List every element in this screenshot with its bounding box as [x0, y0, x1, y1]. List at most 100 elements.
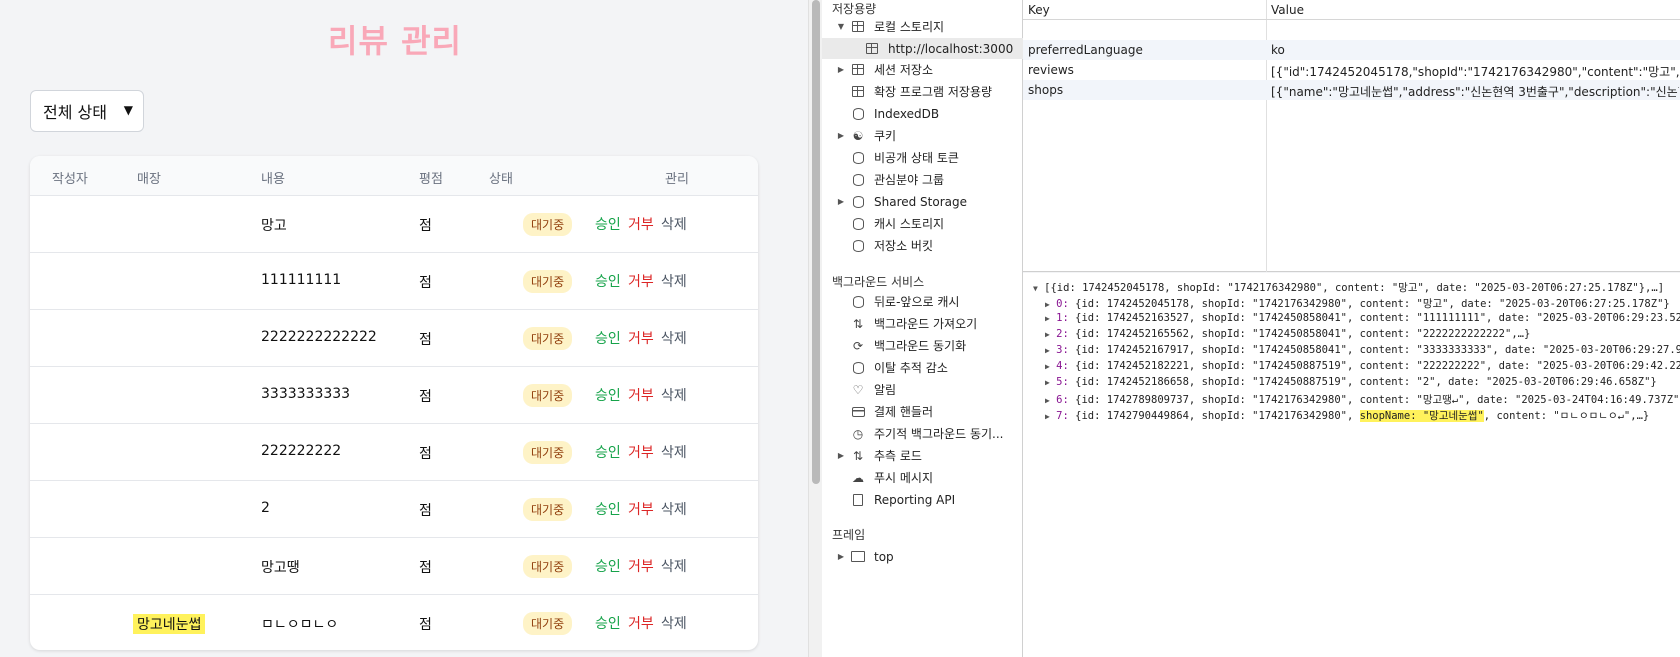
reject-button[interactable]: 거부 — [628, 214, 654, 234]
status-filter-value: 전체 상태 — [43, 103, 107, 122]
expand-arrow-icon[interactable]: ▶ — [1045, 330, 1050, 339]
approve-button[interactable]: 승인 — [595, 613, 621, 633]
storage-key: reviews — [1028, 63, 1074, 77]
approve-button[interactable]: 승인 — [595, 271, 621, 291]
sidebar-item-label: 세션 저장소 — [874, 63, 934, 77]
delete-button[interactable]: 삭제 — [661, 499, 687, 519]
delete-button[interactable]: 삭제 — [661, 271, 687, 291]
sidebar-item-cookies[interactable]: ▶ ☯ 쿠키 — [822, 125, 1023, 146]
reject-button[interactable]: 거부 — [628, 556, 654, 576]
expand-arrow-icon[interactable]: ▶ — [1045, 300, 1050, 309]
sidebar-item-cache-storage[interactable]: 캐시 스토리지 — [822, 213, 1023, 234]
approve-button[interactable]: 승인 — [595, 328, 621, 348]
reject-button[interactable]: 거부 — [628, 328, 654, 348]
sidebar-item-reporting-api[interactable]: Reporting API — [822, 489, 1023, 510]
expand-arrow-icon[interactable]: ▶ — [1045, 412, 1050, 421]
expand-arrow-icon[interactable]: ▶ — [1045, 314, 1050, 323]
delete-button[interactable]: 삭제 — [661, 385, 687, 405]
sidebar-item-payment-handler[interactable]: 결제 핸들러 — [822, 401, 1023, 422]
approve-button[interactable]: 승인 — [595, 442, 621, 462]
up-down-arrows-icon: ⇅ — [852, 448, 864, 463]
status-badge: 대기중 — [523, 612, 573, 635]
preview-item[interactable]: ▶ 1: {id: 1742452163527, shopId: "174245… — [1045, 312, 1680, 324]
sidebar-item-bounce-tracking[interactable]: 이탈 추적 감소 — [822, 357, 1023, 378]
sidebar-item-notifications[interactable]: ♡ 알림 — [822, 379, 1023, 400]
approve-button[interactable]: 승인 — [595, 385, 621, 405]
sidebar-item-interest-groups[interactable]: 관심분야 그룹 — [822, 169, 1023, 190]
database-icon — [851, 173, 865, 187]
sidebar-item-indexeddb[interactable]: IndexedDB — [822, 103, 1023, 124]
expand-arrow-icon[interactable]: ▶ — [836, 451, 846, 460]
row-rating: 점 — [419, 389, 432, 405]
collapse-arrow-icon[interactable]: ▼ — [1033, 284, 1038, 293]
sidebar-item-background-sync[interactable]: ⟳ 백그라운드 동기화 — [822, 335, 1023, 356]
scrollbar-thumb[interactable] — [812, 0, 820, 484]
sidebar-item-periodic-sync[interactable]: ◷ 주기적 백그라운드 동기... — [822, 423, 1023, 444]
row-content: 망고땡 — [261, 560, 300, 576]
sidebar-item-shared-storage[interactable]: ▶ Shared Storage — [822, 191, 1023, 212]
storage-row[interactable] — [1023, 20, 1680, 40]
status-badge: 대기중 — [523, 327, 573, 350]
sidebar-item-private-state-tokens[interactable]: 비공개 상태 토큰 — [822, 147, 1023, 168]
reject-button[interactable]: 거부 — [628, 385, 654, 405]
sidebar-item-session-storage[interactable]: ▶ 세션 저장소 — [822, 59, 1023, 80]
reject-button[interactable]: 거부 — [628, 271, 654, 291]
page-scrollbar[interactable] — [808, 0, 822, 657]
row-rating: 점 — [419, 560, 432, 576]
database-icon — [851, 195, 865, 209]
storage-row[interactable]: preferredLanguage ko — [1023, 40, 1680, 60]
section-frames: 프레임 — [832, 528, 866, 542]
expand-arrow-icon[interactable]: ▶ — [836, 65, 846, 74]
column-header-value[interactable]: Value — [1271, 3, 1304, 17]
preview-item[interactable]: ▶ 5: {id: 1742452186658, shopId: "174245… — [1045, 376, 1680, 388]
approve-button[interactable]: 승인 — [595, 499, 621, 519]
expand-arrow-icon[interactable]: ▶ — [836, 131, 846, 140]
preview-root[interactable]: ▼ [{id: 1742452045178, shopId: "17421763… — [1033, 280, 1680, 295]
bell-icon: ♡ — [852, 382, 864, 397]
column-header-key[interactable]: Key — [1028, 3, 1050, 17]
status-filter-select[interactable]: 전체 상태 ▼ — [30, 90, 144, 132]
delete-button[interactable]: 삭제 — [661, 214, 687, 234]
sidebar-item-bfcache[interactable]: 뒤로-앞으로 캐시 — [822, 291, 1023, 312]
expand-arrow-icon[interactable]: ▶ — [836, 197, 846, 206]
sidebar-item-local-origin[interactable]: http://localhost:3000 — [822, 38, 1023, 59]
preview-item[interactable]: ▶ 6: {id: 1742789809737, shopId: "174217… — [1045, 392, 1680, 407]
document-icon — [851, 493, 865, 507]
sidebar-item-frame-top[interactable]: ▶ top — [822, 546, 1023, 567]
reject-button[interactable]: 거부 — [628, 499, 654, 519]
preview-item[interactable]: ▶ 3: {id: 1742452167917, shopId: "174245… — [1045, 344, 1680, 356]
sidebar-item-push-messaging[interactable]: ☁ 푸시 메시지 — [822, 467, 1023, 488]
expand-arrow-icon[interactable]: ▼ — [836, 22, 846, 31]
status-badge: 대기중 — [523, 384, 573, 407]
approve-button[interactable]: 승인 — [595, 556, 621, 576]
header-rating: 평점 — [419, 172, 443, 187]
delete-button[interactable]: 삭제 — [661, 556, 687, 576]
reject-button[interactable]: 거부 — [628, 613, 654, 633]
value-preview-pane: ▼ [{id: 1742452045178, shopId: "17421763… — [1023, 273, 1680, 657]
expand-arrow-icon[interactable]: ▶ — [1045, 362, 1050, 371]
sidebar-item-local-storage[interactable]: ▼ 로컬 스토리지 — [822, 16, 1023, 37]
preview-item[interactable]: ▶ 4: {id: 1742452182221, shopId: "174245… — [1045, 360, 1680, 372]
delete-button[interactable]: 삭제 — [661, 328, 687, 348]
expand-arrow-icon[interactable]: ▶ — [1045, 378, 1050, 387]
delete-button[interactable]: 삭제 — [661, 613, 687, 633]
table-icon — [851, 85, 865, 99]
sidebar-item-extension-storage[interactable]: 확장 프로그램 저장용량 — [822, 81, 1023, 102]
storage-row[interactable]: reviews [{"id":1742452045178,"shopId":"1… — [1023, 60, 1680, 80]
approve-button[interactable]: 승인 — [595, 214, 621, 234]
sidebar-item-background-fetch[interactable]: ⇅ 백그라운드 가져오기 — [822, 313, 1023, 334]
storage-row[interactable]: shops [{"name":"망고네눈썹","address":"신논현역 3… — [1023, 80, 1680, 100]
preview-item[interactable]: ▶ 0: {id: 1742452045178, shopId: "174217… — [1045, 296, 1680, 311]
sidebar-item-speculative-loads[interactable]: ▶ ⇅ 추측 로드 — [822, 445, 1023, 466]
storage-value: ko — [1271, 43, 1285, 57]
review-table: 작성자 매장 내용 평점 상태 관리 망고 점 대기중 승인 거부 삭제 111… — [30, 156, 758, 650]
expand-arrow-icon[interactable]: ▶ — [836, 552, 846, 561]
preview-item[interactable]: ▶ 7: {id: 1742790449864, shopId: "174217… — [1045, 408, 1680, 423]
expand-arrow-icon[interactable]: ▶ — [1045, 396, 1050, 405]
expand-arrow-icon[interactable]: ▶ — [1045, 346, 1050, 355]
preview-item[interactable]: ▶ 2: {id: 1742452165562, shopId: "174245… — [1045, 328, 1680, 340]
delete-button[interactable]: 삭제 — [661, 442, 687, 462]
table-row: 망고땡 점 대기중 승인 거부 삭제 — [30, 538, 758, 595]
reject-button[interactable]: 거부 — [628, 442, 654, 462]
sidebar-item-storage-buckets[interactable]: 저장소 버킷 — [822, 235, 1023, 256]
